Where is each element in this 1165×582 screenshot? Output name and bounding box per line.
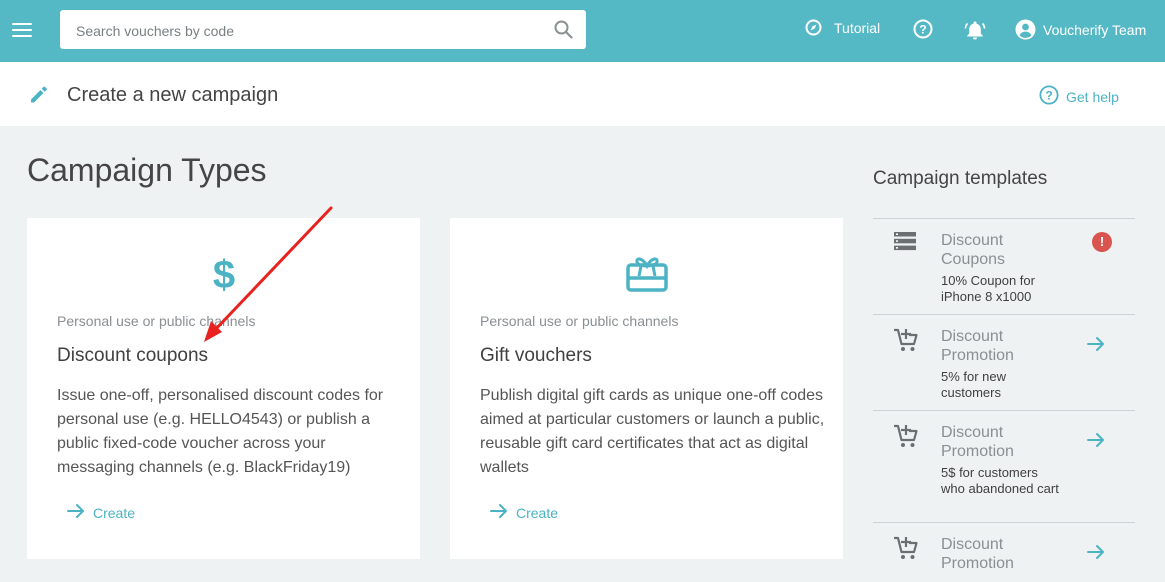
add-cart-icon <box>893 535 919 566</box>
tutorial-link[interactable]: Tutorial <box>805 19 880 36</box>
user-menu[interactable]: Voucherify Team <box>1015 19 1146 40</box>
dollar-icon: $ <box>27 254 420 294</box>
campaign-type-card-discount-coupons[interactable]: $ Personal use or public channels Discou… <box>27 218 420 559</box>
template-name: Discount Promotion <box>941 328 1014 364</box>
svg-text:$: $ <box>212 254 234 294</box>
svg-text:?: ? <box>1045 89 1052 103</box>
template-name: Discount Promotion <box>941 536 1014 572</box>
alert-badge-icon: ! <box>1092 232 1112 252</box>
template-item[interactable]: Discount Coupons 10% Coupon for iPhone 8… <box>873 218 1135 314</box>
template-item[interactable]: Discount Promotion 5$ for customers who … <box>873 410 1135 522</box>
template-item[interactable]: Discount Promotion 5% for new customers <box>873 314 1135 410</box>
pencil-icon <box>28 84 49 110</box>
search-icon[interactable] <box>554 20 573 44</box>
add-cart-icon <box>893 423 919 454</box>
card-title: Discount coupons <box>57 345 209 366</box>
card-eyebrow: Personal use or public channels <box>480 313 679 329</box>
page-title: Create a new campaign <box>67 84 279 106</box>
template-name: Discount Promotion <box>941 424 1014 460</box>
hamburger-menu-icon[interactable] <box>12 19 34 41</box>
compass-icon <box>805 19 822 36</box>
template-description: 5% for new customers <box>941 369 1007 400</box>
arrow-right-icon <box>490 502 509 523</box>
user-name: Voucherify Team <box>1043 21 1147 38</box>
templates-list: Discount Coupons 10% Coupon for iPhone 8… <box>873 218 1135 582</box>
template-description: 5$ for customers who abandoned cart <box>941 465 1059 496</box>
help-icon[interactable]: ? <box>913 19 933 39</box>
get-help-link[interactable]: ? Get help <box>1039 85 1119 108</box>
template-name: Discount Coupons <box>941 232 1006 268</box>
template-item[interactable]: Discount Promotion <box>873 522 1135 582</box>
tutorial-label: Tutorial <box>834 19 881 36</box>
search-input[interactable] <box>74 10 538 51</box>
card-title: Gift vouchers <box>480 345 592 366</box>
page-header: Create a new campaign ? Get help <box>0 62 1165 126</box>
svg-text:?: ? <box>919 23 926 37</box>
create-discount-coupons-button[interactable]: Create <box>67 502 135 523</box>
notifications-bell-icon[interactable] <box>964 19 986 41</box>
arrow-right-icon[interactable] <box>1087 431 1106 454</box>
arrow-right-icon[interactable] <box>1087 543 1106 566</box>
create-gift-vouchers-button[interactable]: Create <box>490 502 558 523</box>
create-label: Create <box>93 504 136 521</box>
card-description: Publish digital gift cards as unique one… <box>480 387 825 476</box>
avatar-icon <box>1015 19 1036 40</box>
get-help-label: Get help <box>1066 88 1119 105</box>
help-circle-icon: ? <box>1039 85 1059 108</box>
gift-card-icon <box>450 254 843 292</box>
search-box <box>60 10 586 51</box>
add-cart-icon <box>893 327 919 358</box>
top-bar: Tutorial ? Voucherify Team <box>0 0 1165 62</box>
list-icon <box>893 231 917 256</box>
create-label: Create <box>516 504 559 521</box>
campaign-type-card-gift-vouchers[interactable]: Personal use or public channels Gift vou… <box>450 218 843 559</box>
card-description: Issue one-off, personalised discount cod… <box>57 387 384 476</box>
section-heading: Campaign Types <box>27 152 267 188</box>
card-eyebrow: Personal use or public channels <box>57 313 256 329</box>
templates-heading: Campaign templates <box>873 168 1048 189</box>
template-description: 10% Coupon for iPhone 8 x1000 <box>941 273 1035 304</box>
arrow-right-icon <box>67 502 86 523</box>
arrow-right-icon[interactable] <box>1087 335 1106 358</box>
